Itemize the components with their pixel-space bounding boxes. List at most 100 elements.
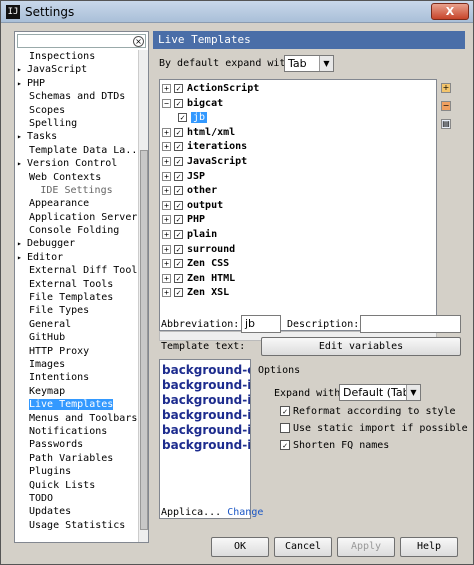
checkbox-icon[interactable]: ✓	[174, 215, 183, 225]
sidebar-item[interactable]: Console Folding	[15, 224, 138, 237]
expand-arrow-icon[interactable]: ▸	[17, 130, 27, 143]
static-import-checkbox[interactable]: Use static import if possible	[280, 423, 468, 434]
checkbox-icon[interactable]: ✓	[174, 157, 183, 166]
checkbox-icon[interactable]: ✓	[174, 288, 183, 298]
expand-toggle-icon[interactable]: +	[162, 157, 171, 166]
checkbox-icon[interactable]: ✓	[174, 259, 183, 269]
expand-toggle-icon[interactable]: +	[162, 259, 171, 269]
template-group[interactable]: + ✓ surround	[162, 243, 235, 258]
sidebar-item[interactable]: ▸ Debugger	[15, 237, 138, 250]
close-button[interactable]: X	[431, 3, 469, 20]
ok-button[interactable]: OK	[211, 537, 269, 557]
template-group[interactable]: + ✓ iterations	[162, 140, 247, 155]
add-icon[interactable]: +	[441, 83, 451, 93]
edit-variables-button[interactable]: Edit variables	[261, 337, 461, 356]
sidebar-item[interactable]: TODO	[15, 492, 138, 505]
sidebar-item[interactable]: Images	[15, 358, 138, 371]
expand-toggle-icon[interactable]: +	[162, 186, 171, 196]
title-bar[interactable]: IJ Settings X	[1, 1, 473, 23]
shorten-checkbox[interactable]: ✓ Shorten FQ names	[280, 440, 389, 451]
checkbox-icon[interactable]: ✓	[174, 127, 183, 137]
sidebar-item[interactable]: GitHub	[15, 331, 138, 344]
sidebar-item[interactable]: Passwords	[15, 438, 138, 451]
sidebar-item[interactable]: External Tools	[15, 278, 138, 291]
expand-select[interactable]: Tab ▼	[284, 55, 334, 72]
sidebar-item[interactable]: Appearance	[15, 197, 138, 210]
abbreviation-field[interactable]: jb	[241, 315, 281, 333]
sidebar-item[interactable]: Inspections	[15, 50, 138, 63]
checkbox-icon[interactable]: ✓	[174, 273, 183, 283]
sidebar-item[interactable]: Live Templates	[15, 398, 138, 411]
expand-toggle-icon[interactable]: +	[162, 142, 171, 152]
sidebar-item[interactable]: ▸ Version Control	[15, 157, 138, 170]
checkbox-icon[interactable]: ✓	[174, 244, 183, 254]
expand-toggle-icon[interactable]: −	[162, 98, 171, 108]
checkbox-icon[interactable]: ✓	[174, 84, 183, 93]
checkbox-icon[interactable]: ✓	[174, 200, 183, 210]
reformat-checkbox[interactable]: ✓ Reformat according to style	[280, 406, 456, 417]
expand-arrow-icon[interactable]: ▸	[17, 157, 27, 170]
help-button[interactable]: Help	[400, 537, 458, 557]
sidebar-item[interactable]: Template Data La...	[15, 144, 138, 157]
sidebar-item[interactable]: Menus and Toolbars	[15, 412, 138, 425]
template-group[interactable]: + ✓ Zen HTML	[162, 272, 235, 287]
template-group[interactable]: + ✓ other	[162, 184, 217, 199]
sidebar-item[interactable]: File Types	[15, 304, 138, 317]
sidebar-item[interactable]: Plugins	[15, 465, 138, 478]
expand-arrow-icon[interactable]: ▸	[17, 63, 27, 76]
expand-arrow-icon[interactable]: ▸	[17, 251, 27, 264]
sidebar-item[interactable]: Updates	[15, 505, 138, 518]
remove-icon[interactable]: −	[441, 101, 451, 111]
template-group[interactable]: + ✓ JavaScript	[162, 155, 247, 170]
template-group[interactable]: + ✓ Zen XSL	[162, 286, 229, 301]
template-group[interactable]: + ✓ html/xml	[162, 126, 235, 141]
checkbox-icon[interactable]: ✓	[174, 98, 183, 108]
template-group[interactable]: + ✓ plain	[162, 228, 217, 243]
sidebar-item[interactable]: ▸ JavaScript	[15, 63, 138, 76]
expand-toggle-icon[interactable]: +	[162, 215, 171, 225]
cancel-button[interactable]: Cancel	[274, 537, 332, 557]
sidebar-item[interactable]: Keymap	[15, 385, 138, 398]
template-group[interactable]: + ✓ PHP	[162, 213, 205, 228]
sidebar-item[interactable]: Quick Lists	[15, 479, 138, 492]
expand-toggle-icon[interactable]: +	[162, 230, 171, 239]
template-group[interactable]: − ✓ bigcat	[162, 97, 223, 112]
clear-icon[interactable]: ×	[133, 36, 144, 47]
sidebar-item[interactable]: Application Servers	[15, 211, 138, 224]
expand-toggle-icon[interactable]: +	[162, 288, 171, 298]
expand-arrow-icon[interactable]: ▸	[17, 237, 27, 250]
change-link[interactable]: Change	[227, 507, 263, 518]
sidebar-item[interactable]: General	[15, 318, 138, 331]
sidebar-item[interactable]: Notifications	[15, 425, 138, 438]
expand-toggle-icon[interactable]: +	[162, 171, 171, 181]
sidebar-item[interactable]: External Diff Tools	[15, 264, 138, 277]
expand-arrow-icon[interactable]: ▸	[17, 77, 27, 90]
expand-toggle-icon[interactable]: +	[162, 244, 171, 254]
sidebar-item[interactable]: Usage Statistics	[15, 519, 138, 532]
checkbox-icon[interactable]: ✓	[174, 171, 183, 181]
scrollbar-thumb[interactable]	[140, 150, 148, 530]
template-group[interactable]: + ✓ JSP	[162, 170, 205, 185]
checkbox-icon[interactable]: ✓	[174, 186, 183, 196]
copy-icon[interactable]: ▤	[441, 119, 451, 129]
checkbox-icon[interactable]: ✓	[178, 113, 187, 123]
sidebar-item[interactable]: ▸ Tasks	[15, 130, 138, 143]
sidebar-item[interactable]: Scopes	[15, 104, 138, 117]
sidebar-item[interactable]: HTTP Proxy	[15, 345, 138, 358]
expand-toggle-icon[interactable]: +	[162, 127, 171, 137]
tree-scrollbar[interactable]	[138, 50, 148, 542]
checkbox-icon[interactable]: ✓	[174, 230, 183, 239]
sidebar-item[interactable]: Intentions	[15, 371, 138, 384]
sidebar-item[interactable]: ▸ Editor	[15, 251, 138, 264]
checkbox-icon[interactable]: ✓	[174, 142, 183, 152]
template-text-editor[interactable]: background-cobackground-imbackground-imb…	[159, 359, 251, 519]
search-input[interactable]: ×	[17, 34, 146, 48]
expand-toggle-icon[interactable]: +	[162, 273, 171, 283]
sidebar-item[interactable]: Path Variables	[15, 452, 138, 465]
apply-button[interactable]: Apply	[337, 537, 395, 557]
sidebar-item[interactable]: Schemas and DTDs	[15, 90, 138, 103]
sidebar-item[interactable]: File Templates	[15, 291, 138, 304]
sidebar-item[interactable]: Spelling	[15, 117, 138, 130]
expand-with-select[interactable]: Default (Tab) ▼	[339, 384, 421, 401]
description-field[interactable]	[360, 315, 461, 333]
